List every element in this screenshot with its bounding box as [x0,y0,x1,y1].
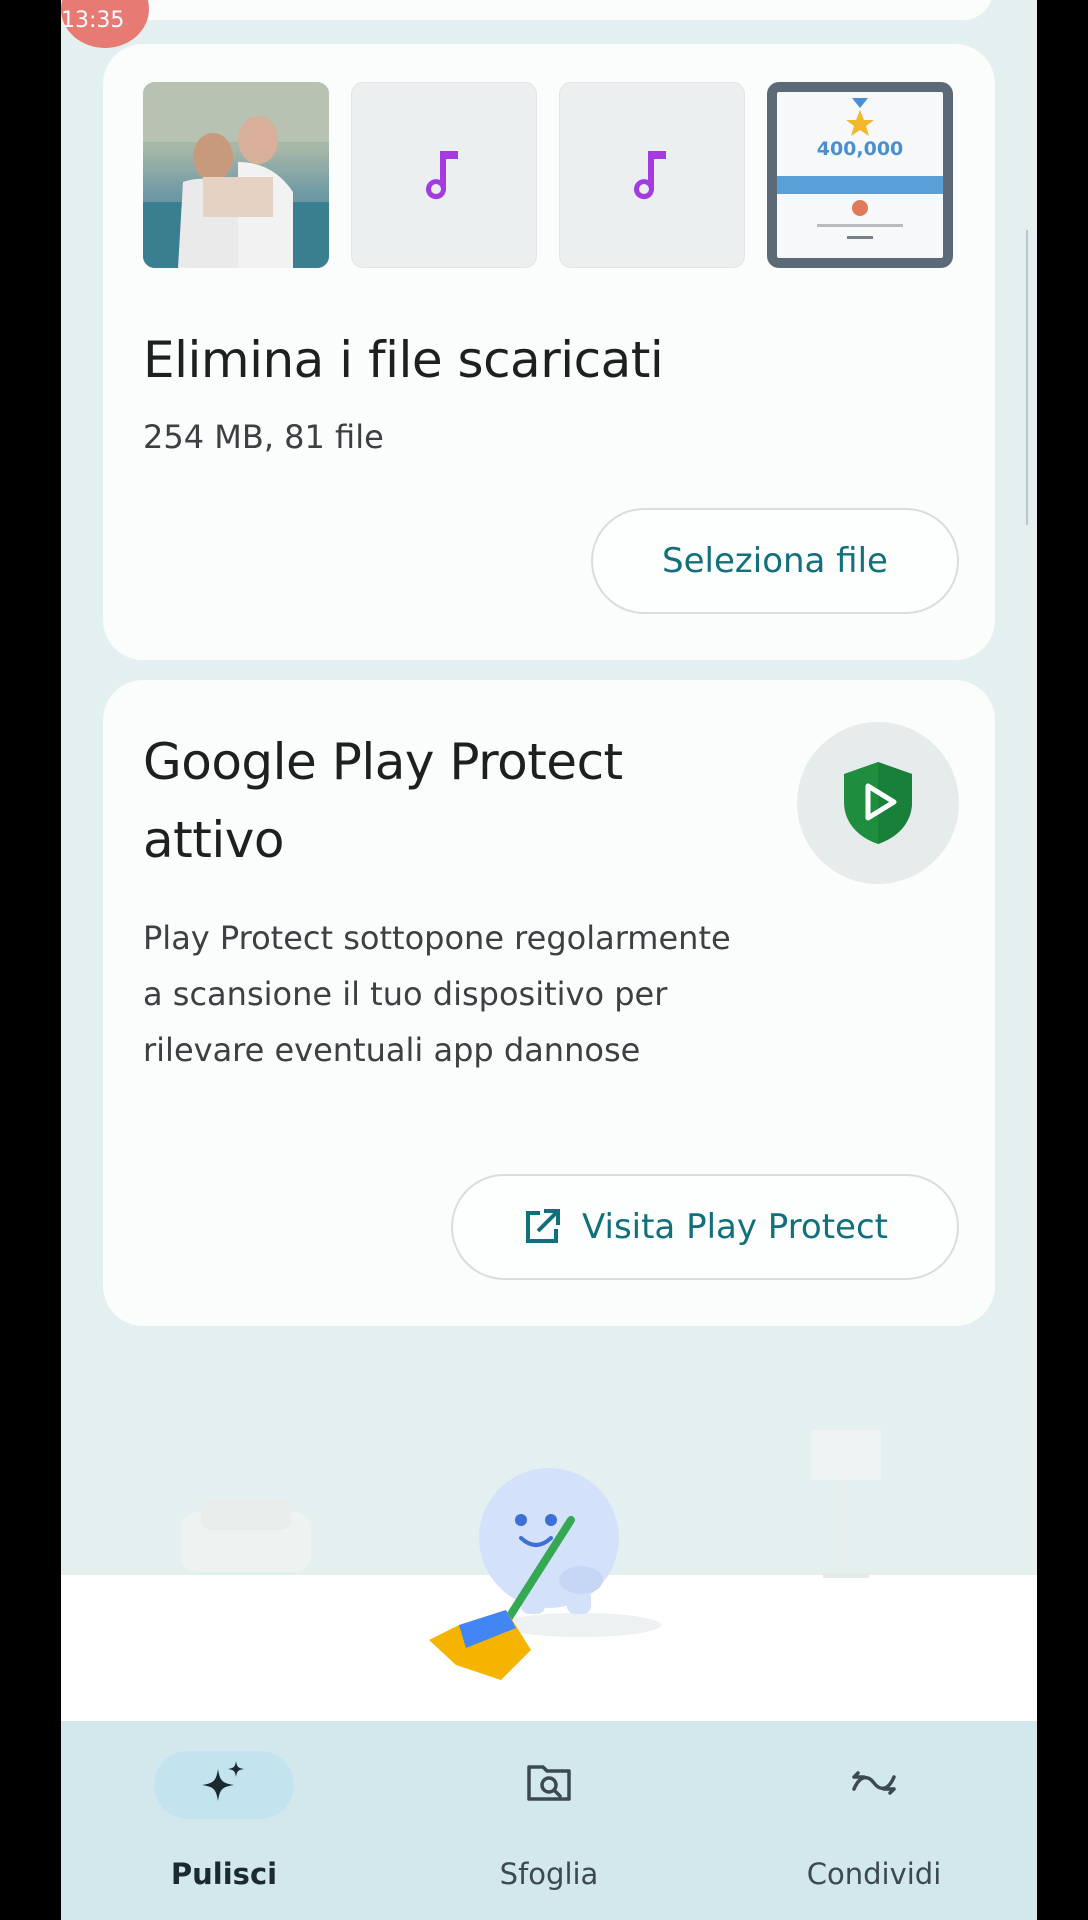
play-protect-card: Google Play Protect attivo Play Protect … [103,680,995,1326]
shield-badge [797,722,959,884]
play-protect-description: Play Protect sottopone regolarmente a sc… [143,919,731,1069]
visit-play-protect-label: Visita Play Protect [581,1207,889,1247]
music-thumbnail[interactable] [559,82,745,268]
select-files-label: Seleziona file [662,541,888,581]
certificate-thumbnail[interactable]: 400,000 [767,82,953,268]
photo-thumbnail[interactable] [143,82,329,268]
play-protect-title-line1: Google Play Protect [143,733,623,791]
downloads-title: Elimina i file scaricati [143,331,664,389]
certificate-band [777,176,943,194]
app-screen: 400,000 Elimina i file scaricati 254 MB,… [61,0,1037,1920]
music-thumbnail[interactable] [351,82,537,268]
sparkle-icon [202,1761,244,1801]
nav-item-condividi[interactable]: Condividi [754,1721,994,1920]
status-time: 13:35 [61,8,125,33]
music-note-icon [634,151,666,200]
nav-label-sfoglia: Sfoglia [499,1857,599,1891]
certificate-details [817,200,903,239]
select-files-button[interactable]: Seleziona file [591,508,959,614]
downloads-card: 400,000 Elimina i file scaricati 254 MB,… [103,44,995,660]
photo-icon [143,82,329,268]
nav-label-pulisci: Pulisci [170,1857,278,1891]
certificate-image: 400,000 [777,92,943,258]
play-protect-title-line2: attivo [143,811,284,869]
open-external-icon [525,1209,560,1243]
thumbnail-row: 400,000 [143,82,953,268]
folder-search-icon [527,1765,571,1801]
downloads-summary: 254 MB, 81 file [143,418,384,456]
nav-item-sfoglia[interactable]: Sfoglia [429,1721,669,1920]
music-note-icon [426,151,458,200]
visit-play-protect-button[interactable]: Visita Play Protect [451,1174,959,1280]
play-protect-shield-icon [844,762,912,844]
certificate-number: 400,000 [816,138,904,160]
bottom-navigation: Pulisci Sfoglia Condividi [61,1721,1037,1920]
star-medal-icon [846,98,874,136]
share-arrows-icon [852,1771,896,1795]
cleaning-mascot-illustration [181,1430,881,1680]
previous-card-edge [103,0,993,20]
nav-item-pulisci[interactable]: Pulisci [104,1721,344,1920]
scrollbar[interactable] [1026,230,1036,525]
nav-label-condividi: Condividi [806,1857,942,1891]
